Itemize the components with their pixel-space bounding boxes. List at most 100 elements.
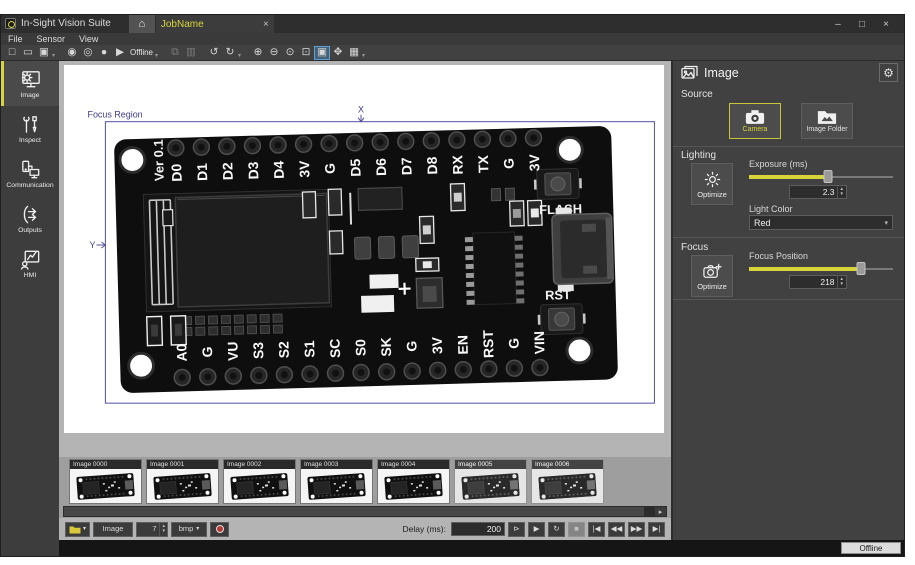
zoom-actual-button[interactable]: ⊙ <box>282 46 298 60</box>
spin-down-icon[interactable]: ▼ <box>840 282 844 287</box>
svg-text:TX: TX <box>475 154 492 173</box>
zoom-region-button[interactable]: ▣ <box>314 46 330 60</box>
zoom-out-button[interactable]: ⊖ <box>266 46 282 60</box>
home-tab[interactable]: ⌂ <box>129 15 155 33</box>
job-tab[interactable]: JobName × <box>156 15 274 33</box>
lighting-optimize-button[interactable]: Optimize <box>691 163 733 205</box>
exposure-slider[interactable] <box>749 170 893 183</box>
filmstrip-thumb-4[interactable]: Image 0004 <box>377 459 450 504</box>
run-mode-label[interactable]: Offline <box>130 48 153 57</box>
next-image-button[interactable]: ▶▶ <box>628 522 645 537</box>
job-tab-label: JobName <box>161 19 204 30</box>
count-spinner-arrows[interactable]: ▲ ▼ <box>159 523 166 536</box>
focus-position-spinner[interactable]: 218 ▲ ▼ <box>789 275 847 289</box>
thumb-label: Image 0001 <box>147 460 218 469</box>
spin-down-icon[interactable]: ▼ <box>162 529 166 534</box>
app-logo-icon <box>5 18 16 29</box>
redo-button[interactable]: ↻ <box>222 46 238 60</box>
close-tab-icon[interactable]: × <box>263 19 269 30</box>
record-images-button[interactable] <box>210 522 229 537</box>
single-acquire-button[interactable]: ⊳ <box>508 522 525 537</box>
menu-view[interactable]: View <box>72 34 105 44</box>
menu-sensor[interactable]: Sensor <box>30 34 73 44</box>
scroll-right-arrow-icon[interactable]: ▸ <box>655 507 666 516</box>
sidebar-item-inspect[interactable]: Inspect <box>1 106 59 151</box>
source-image-folder-button[interactable]: Image Folder <box>801 103 853 139</box>
sidebar-item-outputs[interactable]: Outputs <box>1 196 59 241</box>
source-camera-button[interactable]: Camera <box>729 103 781 139</box>
light-color-value: Red <box>754 218 771 228</box>
filmstrip-thumb-1[interactable]: Image 0001 <box>146 459 219 504</box>
slider-fill <box>749 267 861 271</box>
image-display-button[interactable]: ▦ <box>346 46 362 60</box>
focus-region-label: Focus Region <box>88 110 143 120</box>
app-window: In-Sight Vision Suite ⌂ JobName × – □ × … <box>0 14 905 557</box>
minimize-button[interactable]: – <box>826 19 850 30</box>
acquire-image-button[interactable]: ◎ <box>80 46 96 60</box>
exposure-spinner[interactable]: 2.3 ▲ ▼ <box>789 185 847 199</box>
first-image-button[interactable]: |◀ <box>588 522 605 537</box>
svg-text:D1: D1 <box>194 163 210 181</box>
slider-thumb[interactable] <box>824 170 833 183</box>
edit-group-dropdown-icon[interactable]: ▾ <box>238 52 241 59</box>
panel-settings-button[interactable]: ⚙ <box>879 63 898 82</box>
delay-input[interactable]: 200 <box>451 522 505 536</box>
filmstrip-thumb-5[interactable]: Image 0005 <box>454 459 527 504</box>
save-job-button[interactable]: ▣ <box>36 46 52 60</box>
close-button[interactable]: × <box>874 19 898 30</box>
focus-optimize-button[interactable]: Optimize <box>691 255 733 297</box>
last-image-button[interactable]: ▶| <box>648 522 665 537</box>
status-bar: Offline <box>59 540 904 556</box>
y-axis-marker <box>96 242 105 248</box>
record-count-value: 7 <box>152 525 156 533</box>
sidebar-item-hmi[interactable]: HMI <box>1 241 59 286</box>
light-optimize-icon <box>703 170 722 189</box>
image-folder-button-label: Image Folder <box>806 126 847 133</box>
run-mode-play-icon[interactable]: ▶ <box>112 46 128 60</box>
focus-spinner-arrows[interactable]: ▲ ▼ <box>837 276 844 288</box>
filmstrip-thumb-3[interactable]: Image 0003 <box>300 459 373 504</box>
sidebar-item-image[interactable]: Image <box>1 61 59 106</box>
scrollbar-track[interactable]: ▸ <box>63 506 667 517</box>
record-count-stepper[interactable]: 7 ▲ ▼ <box>136 522 168 537</box>
new-job-button[interactable]: □ <box>4 46 20 60</box>
focus-position-slider[interactable] <box>749 262 893 275</box>
run-group-dropdown-icon[interactable]: ▾ <box>155 52 158 59</box>
undo-button[interactable]: ↺ <box>206 46 222 60</box>
open-job-button[interactable]: ▭ <box>20 46 36 60</box>
focus-position-value: 218 <box>820 277 834 287</box>
maximize-button[interactable]: □ <box>850 19 874 30</box>
record-type-box[interactable]: Image <box>93 522 133 537</box>
zoom-fit-button[interactable]: ⊡ <box>298 46 314 60</box>
window-controls: – □ × <box>826 15 904 33</box>
sidebar-item-communication[interactable]: Communication <box>1 151 59 196</box>
previous-image-button[interactable]: ◀◀ <box>608 522 625 537</box>
exposure-spinner-arrows[interactable]: ▲ ▼ <box>837 186 844 198</box>
sidebar-item-label: Outputs <box>18 227 42 234</box>
svg-text:D5: D5 <box>347 158 363 176</box>
record-button[interactable]: ● <box>96 46 112 60</box>
live-video-button[interactable]: ◉ <box>64 46 80 60</box>
filmstrip-thumb-2[interactable]: Image 0002 <box>223 459 296 504</box>
pan-button[interactable]: ✥ <box>330 46 346 60</box>
image-canvas[interactable]: Focus Region X Y <box>64 65 664 433</box>
zoom-group-dropdown-icon[interactable]: ▾ <box>362 52 365 59</box>
record-format-dropdown[interactable]: bmp ▾ <box>171 522 207 537</box>
zoom-in-button[interactable]: ⊕ <box>250 46 266 60</box>
filmstrip-thumb-0[interactable]: Image 0000 <box>69 459 142 504</box>
spin-down-icon[interactable]: ▼ <box>840 192 844 197</box>
play-button[interactable]: ▶ <box>528 522 545 537</box>
loop-button[interactable]: ↻ <box>548 522 565 537</box>
offline-status-button[interactable]: Offline <box>841 542 901 554</box>
scrollbar-thumb[interactable] <box>64 507 644 516</box>
light-color-dropdown[interactable]: Red ▾ <box>749 215 893 230</box>
svg-text:D3: D3 <box>245 161 261 179</box>
file-group-dropdown-icon[interactable]: ▾ <box>52 52 55 59</box>
filmstrip-thumb-6[interactable]: Image 0006 <box>531 459 604 504</box>
app-title: In-Sight Vision Suite <box>21 15 111 33</box>
panel-title: Image <box>704 66 739 80</box>
sidebar-item-label: Inspect <box>19 137 41 144</box>
record-folder-button[interactable]: ▾ <box>65 522 90 537</box>
slider-thumb[interactable] <box>857 262 866 275</box>
menu-file[interactable]: File <box>1 34 30 44</box>
